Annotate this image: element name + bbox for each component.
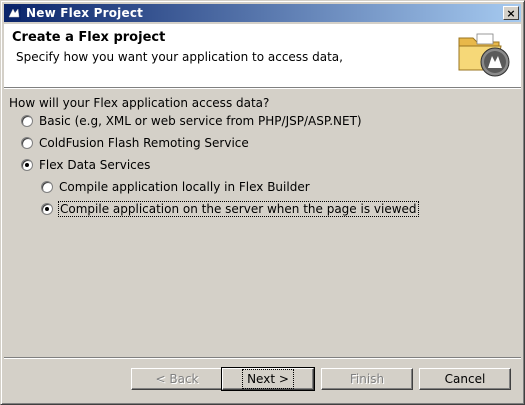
- radio-compile-locally[interactable]: [41, 181, 53, 193]
- flex-logo-icon: [6, 5, 22, 21]
- back-button[interactable]: < Back: [131, 368, 223, 390]
- footer-separator: [4, 357, 521, 359]
- option-coldfusion-label[interactable]: ColdFusion Flash Remoting Service: [39, 136, 249, 150]
- page-description: Specify how you want your application to…: [16, 50, 343, 64]
- header-separator: [4, 87, 521, 89]
- finish-button-label: Finish: [349, 372, 385, 386]
- option-coldfusion[interactable]: ColdFusion Flash Remoting Service: [21, 134, 249, 152]
- flex-project-folder-icon: [457, 30, 513, 80]
- radio-basic[interactable]: [21, 115, 33, 127]
- title-bar[interactable]: New Flex Project ×: [4, 4, 521, 22]
- next-button-label: Next >: [242, 369, 294, 389]
- wizard-header: Create a Flex project Specify how you wa…: [4, 24, 521, 87]
- data-access-question: How will your Flex application access da…: [9, 96, 270, 110]
- option-compile-locally-label[interactable]: Compile application locally in Flex Buil…: [59, 180, 310, 194]
- option-basic-label[interactable]: Basic (e.g, XML or web service from PHP/…: [39, 114, 362, 128]
- radio-flex-data-services[interactable]: [21, 159, 33, 171]
- option-basic[interactable]: Basic (e.g, XML or web service from PHP/…: [21, 112, 362, 130]
- option-compile-on-server-label[interactable]: Compile application on the server when t…: [58, 201, 419, 217]
- back-button-label: < Back: [155, 372, 199, 386]
- new-flex-project-dialog: New Flex Project × Create a Flex project…: [0, 0, 525, 405]
- window-title: New Flex Project: [26, 6, 144, 20]
- option-flex-data-services[interactable]: Flex Data Services: [21, 156, 150, 174]
- option-compile-locally[interactable]: Compile application locally in Flex Buil…: [41, 178, 310, 196]
- radio-coldfusion[interactable]: [21, 137, 33, 149]
- option-compile-on-server[interactable]: Compile application on the server when t…: [41, 200, 419, 218]
- radio-compile-on-server[interactable]: [41, 203, 53, 215]
- cancel-button[interactable]: Cancel: [419, 368, 511, 390]
- page-title: Create a Flex project: [12, 30, 166, 45]
- next-button[interactable]: Next >: [221, 367, 315, 391]
- finish-button[interactable]: Finish: [321, 368, 413, 390]
- close-button[interactable]: ×: [503, 6, 519, 20]
- cancel-button-label: Cancel: [444, 372, 486, 386]
- option-flex-data-services-label[interactable]: Flex Data Services: [39, 158, 150, 172]
